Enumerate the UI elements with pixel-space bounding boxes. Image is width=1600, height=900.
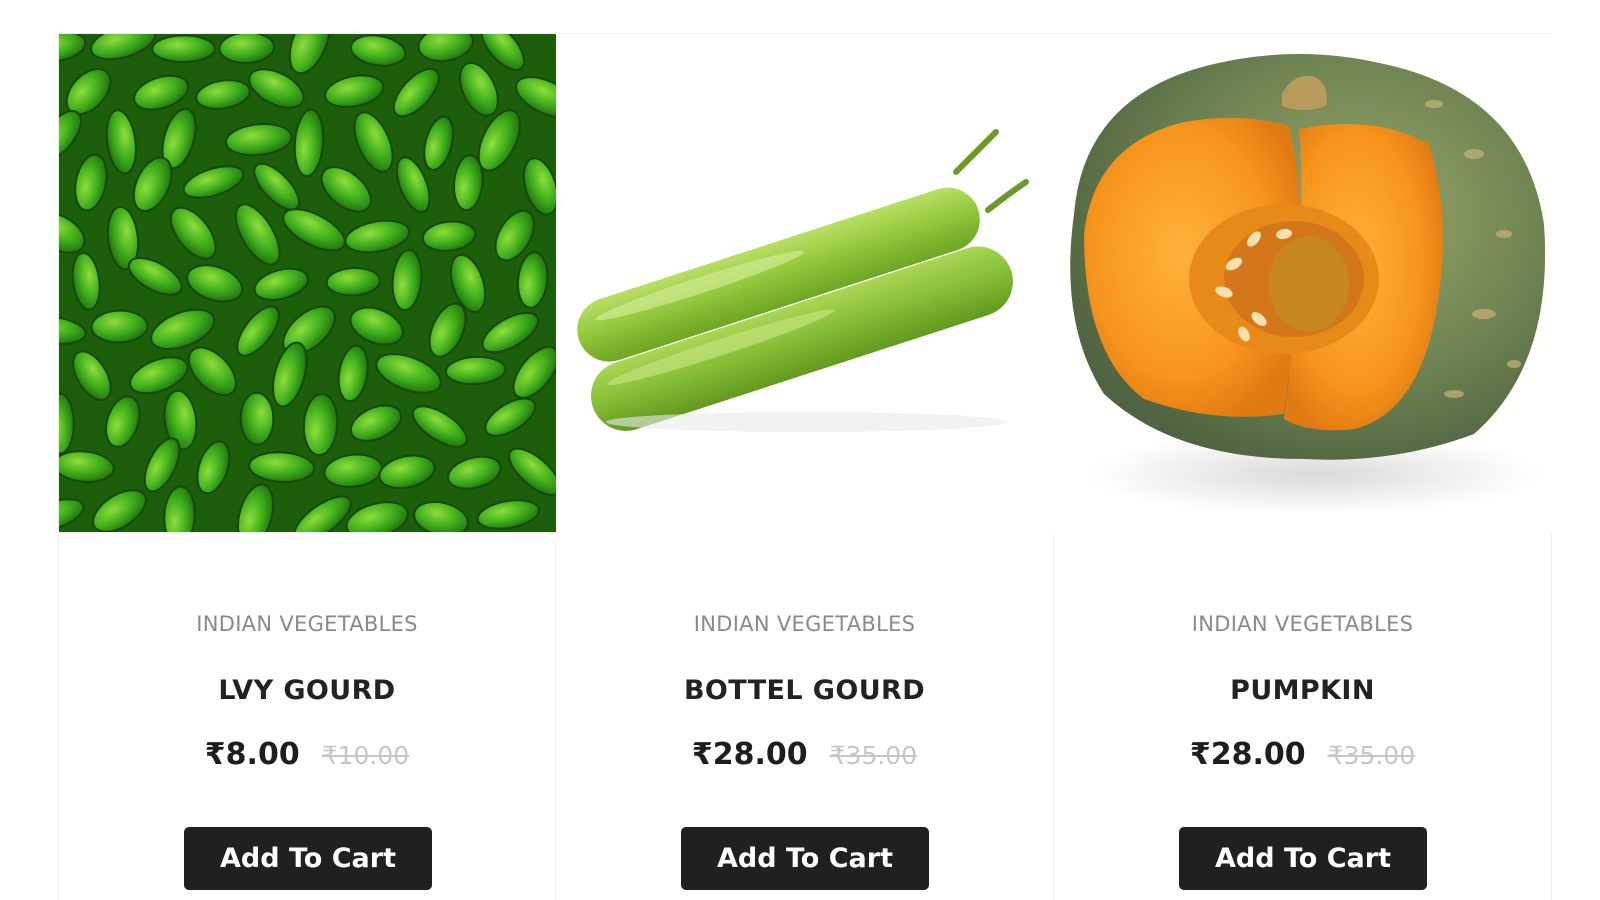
original-price: ₹10.00 xyxy=(321,741,410,770)
sale-price: ₹8.00 xyxy=(204,737,300,772)
add-to-cart-button[interactable]: Add To Cart xyxy=(184,827,432,890)
original-price: ₹35.00 xyxy=(1327,741,1416,770)
original-price: ₹35.00 xyxy=(829,741,918,770)
product-image-bottle-gourd[interactable] xyxy=(556,34,1054,532)
add-to-cart-button[interactable]: Add To Cart xyxy=(681,827,929,890)
price-group: ₹28.00 ₹35.00 xyxy=(1054,737,1551,772)
product-category: INDIAN VEGETABLES xyxy=(693,612,916,636)
sale-price: ₹28.00 xyxy=(691,737,808,772)
add-to-cart-button[interactable]: Add To Cart xyxy=(1179,827,1427,890)
product-image-ivy-gourd[interactable] xyxy=(59,34,557,532)
product-card: INDIAN VEGETABLES LVY GOURD ₹8.00 ₹10.00… xyxy=(58,33,557,900)
product-card: INDIAN VEGETABLES BOTTEL GOURD ₹28.00 ₹3… xyxy=(556,33,1054,900)
product-image-pumpkin[interactable] xyxy=(1054,34,1552,532)
product-category: INDIAN VEGETABLES xyxy=(1191,612,1414,636)
product-title[interactable]: PUMPKIN xyxy=(1054,675,1551,706)
price-group: ₹8.00 ₹10.00 xyxy=(59,737,555,772)
sale-price: ₹28.00 xyxy=(1189,737,1306,772)
product-category: INDIAN VEGETABLES xyxy=(196,612,418,636)
product-card: INDIAN VEGETABLES PUMPKIN ₹28.00 ₹35.00 … xyxy=(1054,33,1552,900)
product-title[interactable]: BOTTEL GOURD xyxy=(556,675,1053,706)
product-grid: INDIAN VEGETABLES LVY GOURD ₹8.00 ₹10.00… xyxy=(58,33,1552,900)
product-title[interactable]: LVY GOURD xyxy=(59,675,555,706)
price-group: ₹28.00 ₹35.00 xyxy=(556,737,1053,772)
